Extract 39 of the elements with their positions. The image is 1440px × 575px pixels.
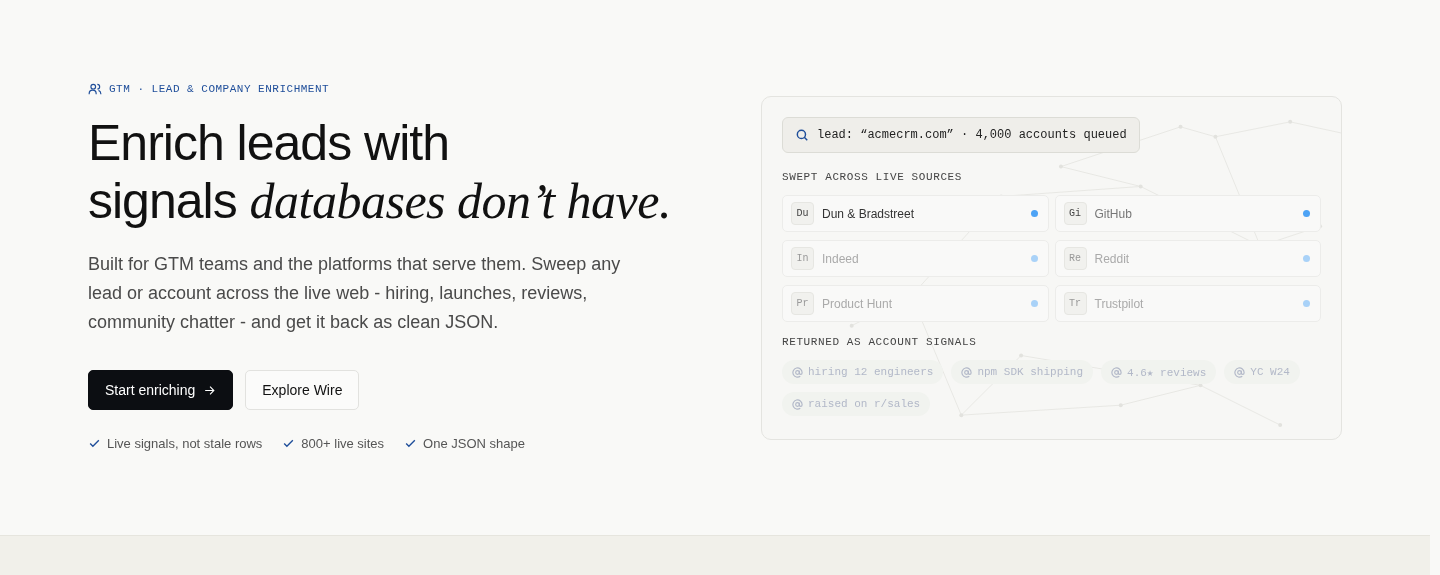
feature-text: 800+ live sites: [301, 436, 385, 451]
at-icon: [792, 398, 803, 410]
at-icon: [1111, 366, 1123, 378]
check-icon: [404, 437, 418, 450]
headline: Enrich leads with signals databases don’t have.: [88, 114, 672, 230]
explore-button[interactable]: Explore Wire: [245, 370, 360, 410]
source-badge: Pr: [791, 292, 814, 315]
source-badge: Tr: [1063, 292, 1087, 315]
users-icon: [88, 82, 102, 96]
source-name: Indeed: [822, 251, 860, 266]
source-name: Dun & Bradstreet: [822, 206, 916, 221]
intro-text: Built for GTM teams and the platforms that serve them. Sweep any lead or account across the live web - hiring, launches, reviews, community chatter - and get it back as clean JSON.: [88, 253, 622, 334]
source-badge: Gi: [1063, 202, 1087, 225]
source-name: Product Hunt: [822, 296, 894, 311]
source-badge: Re: [1063, 247, 1087, 270]
eyebrow-label: GTM · LEAD & COMPANY ENRICHMENT: [109, 83, 330, 95]
source-name: Reddit: [1094, 251, 1131, 266]
signal-chip: raised on r/sales: [782, 392, 931, 416]
signal-chip: 4.6★ reviews: [1101, 360, 1217, 384]
signal-chip: hiring 12 engineers: [782, 360, 944, 384]
source-name: Trustpilot: [1094, 296, 1145, 311]
check-icon: [88, 437, 101, 450]
feature-text: One JSON shape: [423, 436, 525, 451]
at-icon: [961, 366, 973, 378]
feature-text: Live signals, not stale rows: [107, 436, 263, 451]
search-icon: [795, 128, 809, 142]
signal-chip: npm SDK shipping: [951, 360, 1094, 384]
source-badge: In: [791, 247, 814, 270]
query-text: lead: “acmecrm.com” · 4,000 accounts queued: [817, 128, 1127, 142]
sources-heading: SWEPT ACROSS LIVE SOURCES: [782, 171, 964, 183]
check-icon: [282, 437, 296, 450]
source-badge: Du: [791, 202, 814, 225]
at-icon: [1234, 366, 1246, 378]
at-icon: [792, 366, 803, 378]
start-button[interactable]: Start enriching: [88, 370, 234, 410]
source-name: GitHub: [1094, 206, 1133, 221]
signal-chip: YC W24: [1224, 360, 1300, 384]
signals-heading: RETURNED AS ACCOUNT SIGNALS: [782, 336, 978, 348]
arrow-right-icon: [203, 383, 217, 397]
